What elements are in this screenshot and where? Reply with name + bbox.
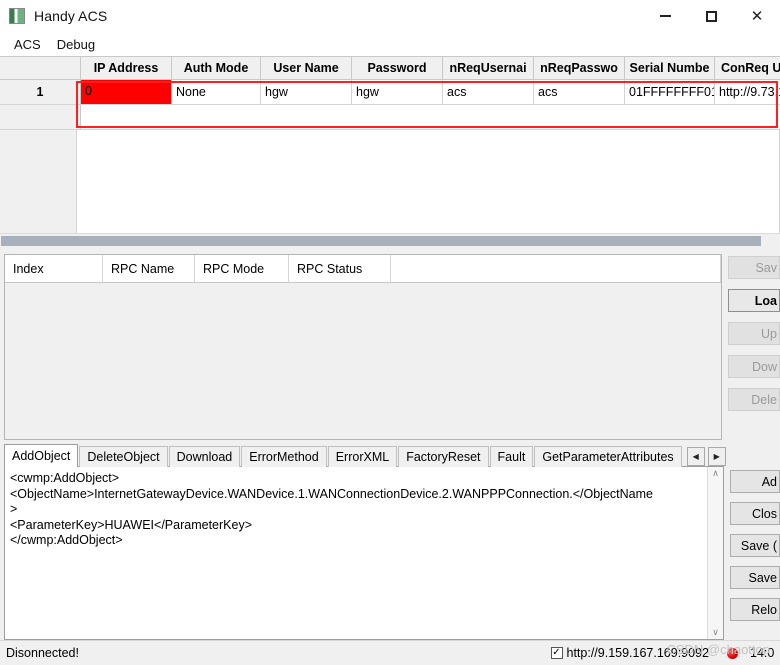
empty-cells: [80, 104, 780, 130]
tab-strip: AddObject DeleteObject Download ErrorMet…: [4, 444, 726, 467]
editor-button-column: Ad Clos Save ( Save Relo: [730, 444, 780, 640]
cell-conreq-url[interactable]: http://9.73.15: [714, 79, 780, 105]
xml-editor-textarea[interactable]: <cwmp:AddObject> <ObjectName>InternetGat…: [5, 467, 707, 639]
tab-factoryreset[interactable]: FactoryReset: [398, 446, 489, 467]
menu-item-debug[interactable]: Debug: [49, 35, 103, 54]
column-header-user-name[interactable]: User Name: [260, 56, 352, 80]
app-icon: [9, 8, 25, 24]
menu-item-acs[interactable]: ACS: [6, 35, 49, 54]
reload-button[interactable]: Relo: [730, 598, 780, 621]
device-table-hscrollbar[interactable]: [0, 233, 780, 248]
cell-user-name[interactable]: hgw: [260, 79, 352, 105]
maximize-icon: [705, 10, 717, 22]
cell-ip-address[interactable]: 0: [80, 79, 172, 105]
table-row-empty[interactable]: [0, 104, 780, 130]
cell-auth-mode[interactable]: None: [171, 79, 261, 105]
xml-editor-vscrollbar[interactable]: ∧ ∨: [707, 467, 723, 639]
cell-conreq-password[interactable]: acs: [533, 79, 625, 105]
delete-button[interactable]: Dele: [728, 388, 780, 411]
rpc-column-header-index[interactable]: Index: [5, 255, 103, 283]
scroll-down-icon[interactable]: ∨: [712, 628, 719, 637]
column-header-ip-address[interactable]: IP Address: [80, 56, 172, 80]
tab-errorxml[interactable]: ErrorXML: [327, 446, 398, 467]
status-right-group: ✓ http://9.159.167.169:9092 14:0: [550, 646, 777, 660]
column-header-auth-mode[interactable]: Auth Mode: [171, 56, 261, 80]
connection-status: Disonnected!: [6, 646, 79, 660]
title-bar: Handy ACS ✕: [0, 0, 780, 32]
device-table-header-row: IP Address Auth Mode User Name Password …: [0, 56, 780, 80]
save-file-button[interactable]: Save: [730, 566, 780, 589]
add-button[interactable]: Ad: [730, 470, 780, 493]
status-led-icon: [727, 647, 738, 659]
rpc-column-header-filler: [390, 255, 722, 283]
device-table-blank-area: [76, 130, 780, 238]
close-button[interactable]: ✕: [734, 0, 780, 32]
redaction-block: [81, 80, 171, 104]
tab-download[interactable]: Download: [168, 446, 241, 467]
save-button[interactable]: Sav: [728, 256, 780, 279]
upload-button[interactable]: Up: [728, 322, 780, 345]
device-table-panel: IP Address Auth Mode User Name Password …: [0, 56, 780, 248]
column-header-password[interactable]: Password: [351, 56, 443, 80]
minimize-button[interactable]: [642, 0, 688, 32]
close-panel-button[interactable]: Clos: [730, 502, 780, 525]
rpc-table-body: [5, 283, 722, 439]
acs-url-label: http://9.159.167.169:9092: [566, 646, 710, 660]
rpc-column-header-rpc-status[interactable]: RPC Status: [288, 255, 391, 283]
rpc-section: Index RPC Name RPC Mode RPC Status Sav L…: [0, 248, 780, 444]
xml-editor-panel: <cwmp:AddObject> <ObjectName>InternetGat…: [4, 466, 724, 640]
url-checkbox[interactable]: ✓: [550, 647, 563, 659]
save-as-button[interactable]: Save (: [730, 534, 780, 557]
tab-fault[interactable]: Fault: [489, 446, 534, 467]
tab-addobject[interactable]: AddObject: [4, 444, 79, 467]
tab-errormethod[interactable]: ErrorMethod: [241, 446, 327, 467]
window-title: Handy ACS: [34, 8, 108, 24]
tab-scroll-controls: ◀ ▶: [686, 447, 726, 467]
editor-section: AddObject DeleteObject Download ErrorMet…: [0, 444, 780, 640]
cell-password[interactable]: hgw: [351, 79, 443, 105]
application-window: Handy ACS ✕ ACS Debug IP Address Auth Mo…: [0, 0, 780, 665]
column-header-conreq-url[interactable]: ConReq URL: [714, 56, 780, 80]
row-index: 1: [0, 79, 81, 105]
device-table: IP Address Auth Mode User Name Password …: [0, 56, 780, 130]
maximize-button[interactable]: [688, 0, 734, 32]
tab-deleteobject[interactable]: DeleteObject: [79, 446, 168, 467]
rpc-column-header-rpc-mode[interactable]: RPC Mode: [194, 255, 289, 283]
rpc-column-header-rpc-name[interactable]: RPC Name: [102, 255, 195, 283]
cell-ip-address-value: 0: [85, 84, 92, 98]
rpc-table-panel: Index RPC Name RPC Mode RPC Status: [4, 254, 723, 440]
scroll-up-icon[interactable]: ∧: [712, 469, 719, 478]
row-index-empty: [0, 104, 81, 130]
close-icon: ✕: [750, 7, 764, 25]
tab-scroll-left-icon[interactable]: ◀: [686, 447, 705, 466]
menu-bar: ACS Debug: [0, 32, 780, 56]
column-header-conreq-username[interactable]: nReqUsernai: [442, 56, 534, 80]
cell-conreq-username[interactable]: acs: [442, 79, 534, 105]
column-header-serial-number[interactable]: Serial Numbe: [624, 56, 715, 80]
download-button[interactable]: Dow: [728, 355, 780, 378]
clock-label: 14:0: [750, 646, 775, 660]
cell-serial-number[interactable]: 01FFFFFFFF01: [624, 79, 715, 105]
minimize-icon: [659, 15, 671, 17]
tab-getparameterattributes[interactable]: GetParameterAttributes: [534, 446, 682, 467]
table-row[interactable]: 1 0 None hgw hgw acs acs 01FFFFFFFF01 ht…: [0, 79, 780, 105]
rpc-table-header-row: Index RPC Name RPC Mode RPC Status: [5, 255, 722, 283]
rpc-table: Index RPC Name RPC Mode RPC Status: [5, 255, 722, 283]
column-header-conreq-password[interactable]: nReqPasswo: [533, 56, 625, 80]
status-bar: Disonnected! ✓ http://9.159.167.169:9092…: [0, 640, 780, 665]
window-controls: ✕: [642, 0, 780, 32]
load-button[interactable]: Loa: [728, 289, 780, 312]
tabs-area: AddObject DeleteObject Download ErrorMet…: [4, 444, 726, 640]
tab-scroll-right-icon[interactable]: ▶: [707, 447, 726, 466]
device-table-corner-header: [0, 56, 81, 80]
device-table-hscroll-thumb[interactable]: [1, 236, 761, 246]
rpc-button-column: Sav Loa Up Dow Dele: [728, 254, 780, 444]
